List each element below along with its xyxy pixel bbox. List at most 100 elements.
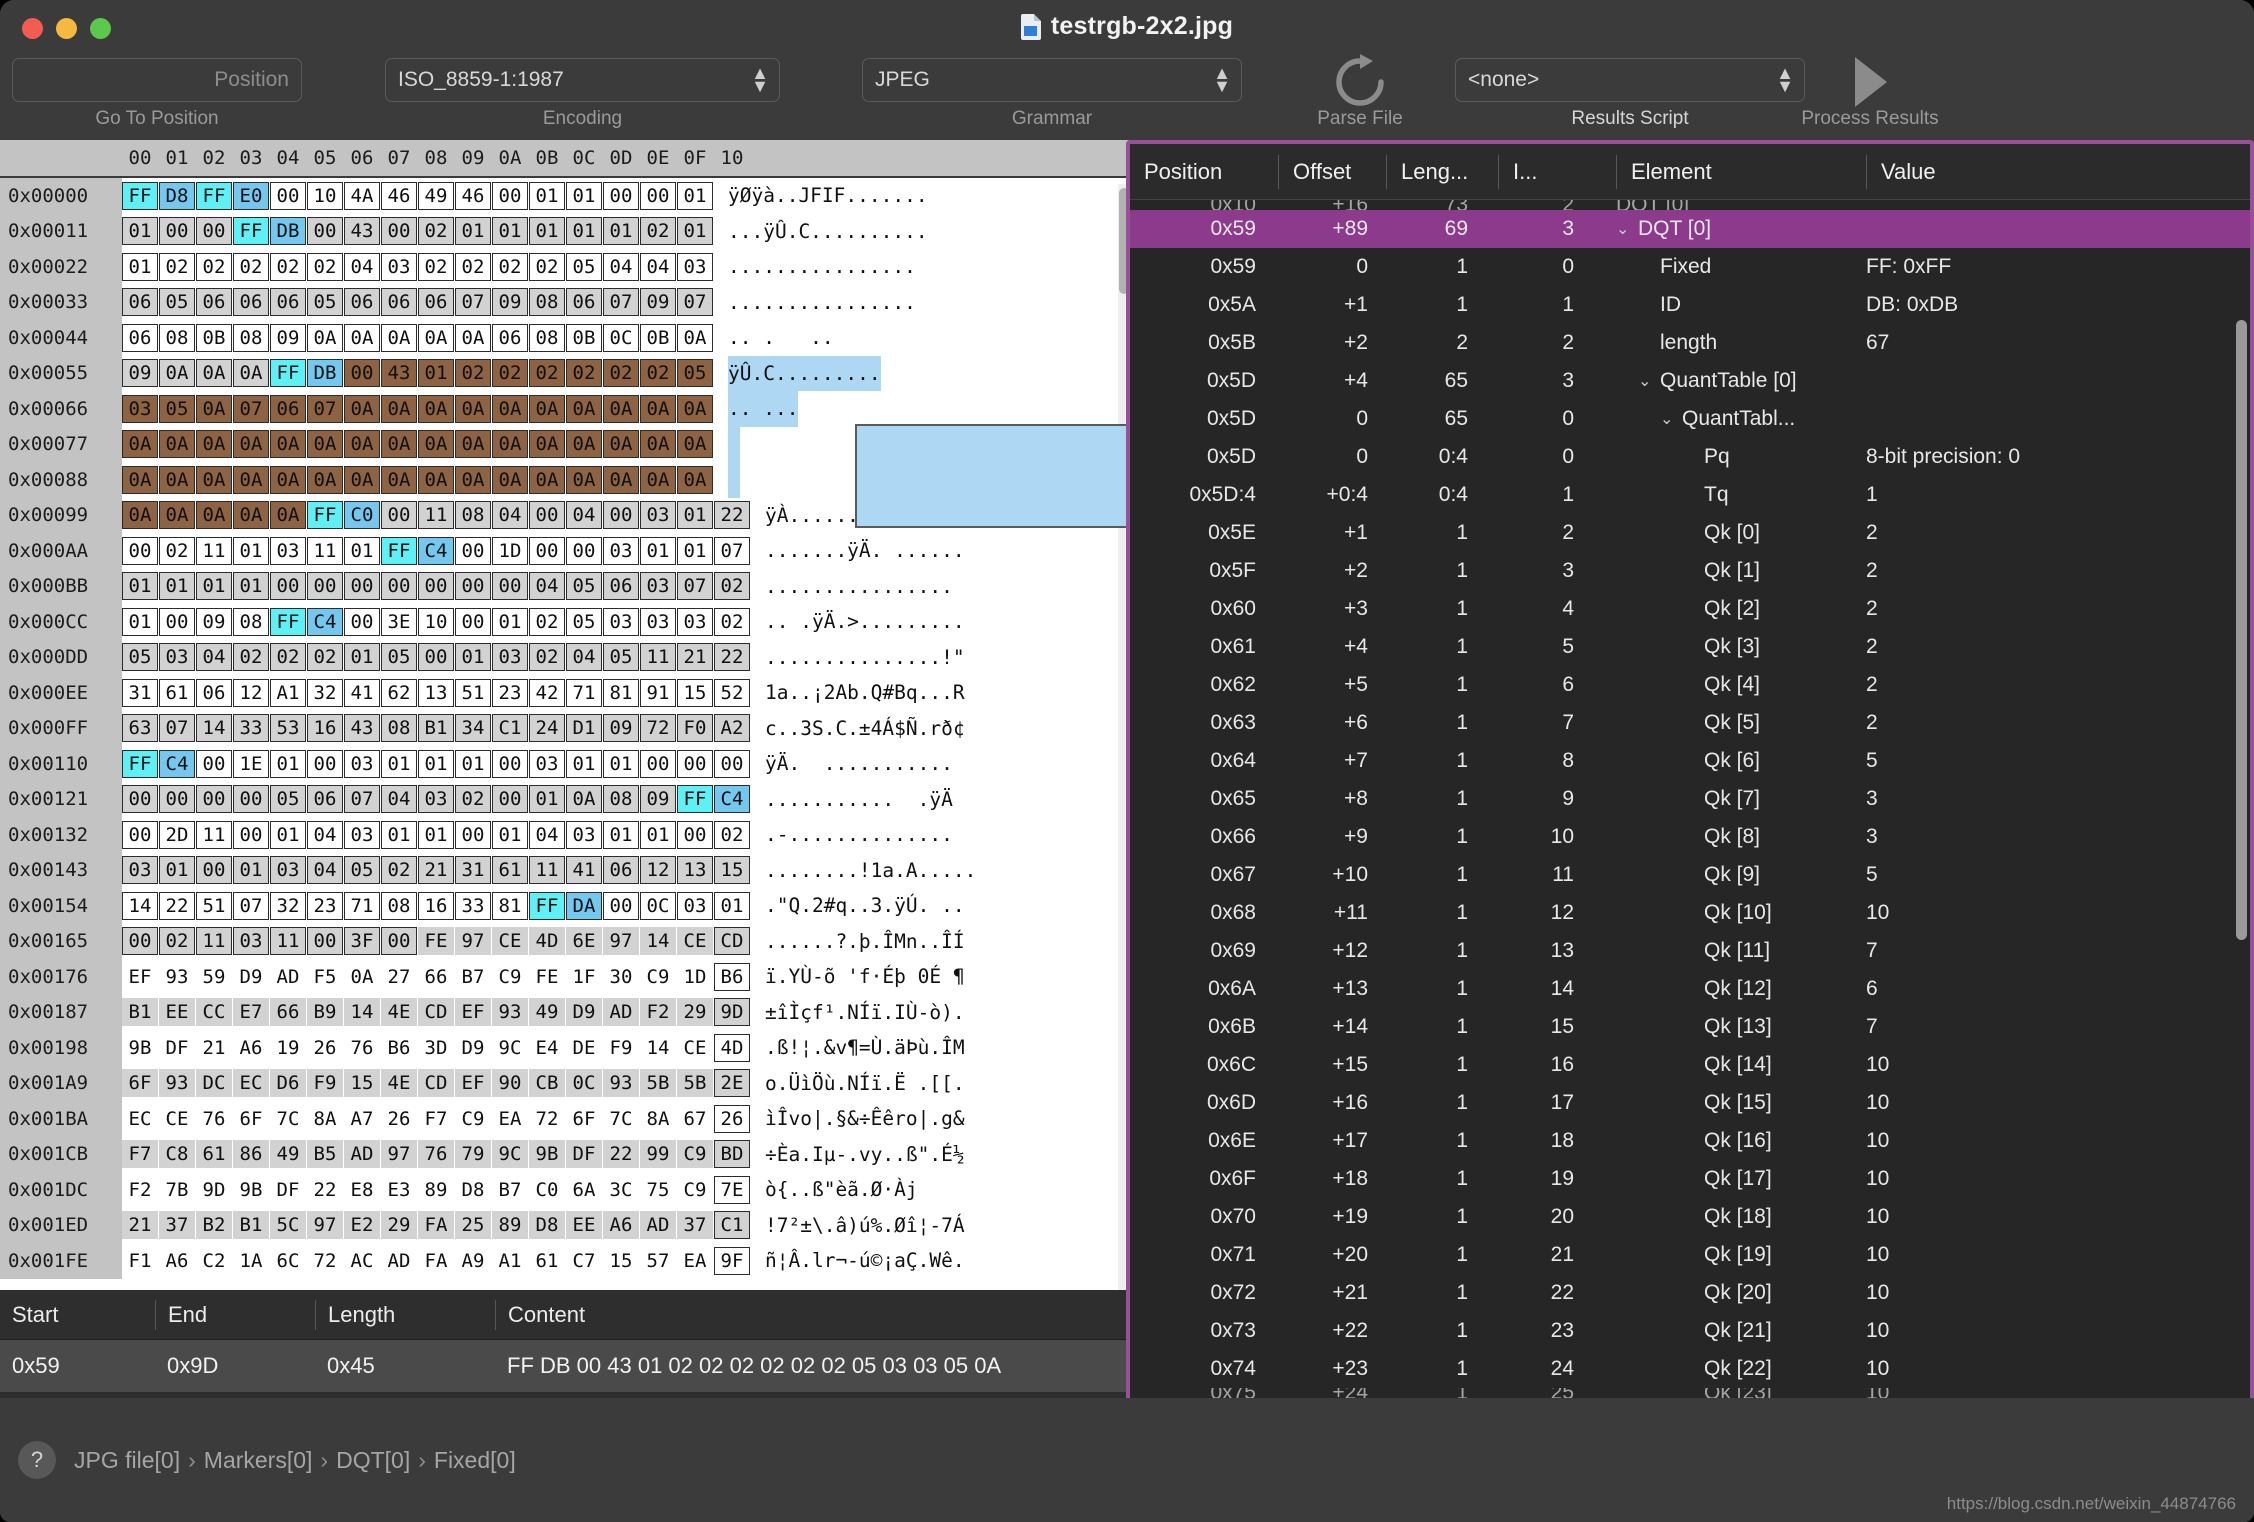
hex-byte[interactable]: 05 <box>566 252 602 281</box>
hex-byte[interactable]: 01 <box>529 785 565 814</box>
hex-byte[interactable]: 00 <box>122 927 158 956</box>
hex-byte[interactable]: 7E <box>714 1175 750 1204</box>
hex-byte[interactable]: 37 <box>159 1211 195 1240</box>
hex-byte[interactable]: 0A <box>196 501 232 530</box>
results-row[interactable]: 0x5B +2 2 2 length 67 <box>1130 324 2250 362</box>
hex-byte[interactable]: 01 <box>566 217 602 246</box>
hex-byte[interactable]: 6F <box>233 1104 269 1133</box>
hex-byte[interactable]: 72 <box>529 1104 565 1133</box>
hex-row[interactable]: 0x00121 00 00 00 00 05 06 07 04 03 02 00 01 0A 08 09 FF C… <box>0 781 1134 817</box>
hex-row[interactable]: 0x000EE 31 61 06 12 A1 32 41 62 13 51 23 42 71 81 91 15 5… <box>0 675 1134 711</box>
hex-bytes[interactable]: 01 01 01 01 00 00 00 00 00 00 00 04 05 06 03 07 02 <box>122 569 751 605</box>
hex-byte[interactable]: 97 <box>307 1211 343 1240</box>
hex-byte[interactable]: AD <box>344 1140 380 1169</box>
hex-byte[interactable]: 30 <box>603 962 639 991</box>
hex-byte[interactable]: 02 <box>159 536 195 565</box>
hex-byte[interactable]: 11 <box>196 820 232 849</box>
hex-byte[interactable]: 22 <box>714 501 750 530</box>
hex-byte[interactable]: 0A <box>418 430 454 459</box>
hex-byte[interactable]: F9 <box>307 1069 343 1098</box>
hex-byte[interactable]: 67 <box>677 1104 713 1133</box>
hex-byte[interactable]: 0A <box>677 430 713 459</box>
hex-byte[interactable]: 05 <box>677 359 713 388</box>
hex-byte[interactable]: 04 <box>307 820 343 849</box>
hex-byte[interactable]: 19 <box>270 1033 306 1062</box>
hex-byte[interactable]: 01 <box>677 536 713 565</box>
hex-byte[interactable]: 00 <box>418 643 454 672</box>
hex-byte[interactable]: 03 <box>603 607 639 636</box>
hex-byte[interactable]: CC <box>196 998 232 1027</box>
hex-byte[interactable]: 26 <box>307 1033 343 1062</box>
hex-byte[interactable]: 0A <box>566 785 602 814</box>
hex-byte[interactable]: B2 <box>196 1211 232 1240</box>
hex-byte[interactable]: 01 <box>640 536 676 565</box>
hex-byte[interactable]: 0A <box>233 501 269 530</box>
hex-byte[interactable]: 63 <box>122 714 158 743</box>
hex-byte[interactable]: D1 <box>566 714 602 743</box>
hex-byte[interactable]: 03 <box>233 927 269 956</box>
hex-byte[interactable]: AC <box>344 1246 380 1275</box>
hex-byte[interactable]: 03 <box>418 785 454 814</box>
hex-byte[interactable]: 21 <box>196 1033 232 1062</box>
hex-byte[interactable]: 41 <box>344 678 380 707</box>
hex-byte[interactable]: 21 <box>677 643 713 672</box>
hex-byte[interactable]: 01 <box>603 217 639 246</box>
hex-byte[interactable]: CD <box>418 998 454 1027</box>
hex-ascii[interactable]: ÷Èa.Iµ-.vy..ß".É½ <box>765 1137 965 1173</box>
hex-byte[interactable]: 79 <box>455 1140 491 1169</box>
hex-byte[interactable]: 0A <box>307 323 343 352</box>
hex-byte[interactable]: B7 <box>455 962 491 991</box>
hex-byte[interactable]: 14 <box>344 998 380 1027</box>
results-row[interactable]: 0x63 +6 1 7 Qk [5] 2 <box>1130 704 2250 742</box>
hex-byte[interactable]: 4E <box>381 1069 417 1098</box>
hex-byte[interactable]: 08 <box>159 323 195 352</box>
hex-byte[interactable]: 01 <box>418 749 454 778</box>
hex-byte[interactable]: 07 <box>603 288 639 317</box>
hex-byte[interactable]: 00 <box>270 572 306 601</box>
hex-byte[interactable]: 76 <box>196 1104 232 1133</box>
hex-byte[interactable]: 02 <box>455 252 491 281</box>
hex-byte[interactable]: 05 <box>381 643 417 672</box>
hex-byte[interactable]: DB <box>270 217 306 246</box>
hex-byte[interactable]: 10 <box>418 607 454 636</box>
hex-byte[interactable]: 05 <box>122 643 158 672</box>
hex-byte[interactable]: 49 <box>418 181 454 210</box>
hex-byte[interactable]: CE <box>159 1104 195 1133</box>
hex-byte[interactable]: 06 <box>418 288 454 317</box>
hex-row[interactable]: 0x001A9 6F 93 DC EC D6 F9 15 4E CD EF 90 CB 0C 93 5B 5B 2… <box>0 1065 1134 1101</box>
hex-byte[interactable]: FF <box>381 536 417 565</box>
hex-byte[interactable]: 0A <box>381 394 417 423</box>
results-row[interactable]: 0x69 +12 1 13 Qk [11] 7 <box>1130 932 2250 970</box>
hex-byte[interactable]: 9C <box>492 1033 528 1062</box>
hex-row[interactable]: 0x00176 EF 93 59 D9 AD F5 0A 27 66 B7 C9 FE 1F 30 C9 1D B… <box>0 959 1134 995</box>
hex-byte[interactable]: 00 <box>159 785 195 814</box>
hex-byte[interactable]: 03 <box>159 643 195 672</box>
hex-byte[interactable]: 09 <box>603 714 639 743</box>
hex-byte[interactable]: 0A <box>344 323 380 352</box>
hex-ascii[interactable]: ï.YÙ-õ 'f·Éþ 0É ¶ <box>765 959 965 995</box>
hex-byte[interactable]: 01 <box>122 607 158 636</box>
hex-byte[interactable]: C4 <box>418 536 454 565</box>
hex-byte[interactable]: 0A <box>270 501 306 530</box>
hex-byte[interactable]: FF <box>196 181 232 210</box>
hex-byte[interactable]: EA <box>677 1246 713 1275</box>
hex-byte[interactable]: 01 <box>270 749 306 778</box>
hex-byte[interactable]: 0A <box>196 394 232 423</box>
hex-byte[interactable]: 32 <box>307 678 343 707</box>
hex-byte[interactable]: 07 <box>677 572 713 601</box>
hex-byte[interactable]: D6 <box>270 1069 306 1098</box>
hex-scroll-region[interactable]: 00 01 02 03 04 05 06 07 08 09 0A 0B 0C 0D 0E 0F 10 0x0000… <box>0 140 1134 1290</box>
content-table-row[interactable]: 0x59 0x9D 0x45 FF DB 00 43 01 02 02 02 02 0… <box>0 1340 1134 1392</box>
hex-byte[interactable]: 0A <box>566 394 602 423</box>
hex-bytes[interactable]: F2 7B 9D 9B DF 22 E8 E3 89 D8 B7 C0 6A 3C 75 C9 7E <box>122 1172 751 1208</box>
hex-byte[interactable]: C7 <box>566 1246 602 1275</box>
hex-byte[interactable]: 0C <box>603 323 639 352</box>
hex-byte[interactable]: 14 <box>640 1033 676 1062</box>
hex-byte[interactable]: B1 <box>233 1211 269 1240</box>
hex-bytes[interactable]: 14 22 51 07 32 23 71 08 16 33 81 FF DA 00 0C 03 01 <box>122 888 751 924</box>
hex-byte[interactable]: 0A <box>233 465 269 494</box>
hex-byte[interactable]: 00 <box>492 181 528 210</box>
hex-bytes[interactable]: 05 03 04 02 02 02 01 05 00 01 03 02 04 05 11 21 22 <box>122 640 751 676</box>
hex-byte[interactable]: 11 <box>640 643 676 672</box>
hex-byte[interactable]: FF <box>677 785 713 814</box>
